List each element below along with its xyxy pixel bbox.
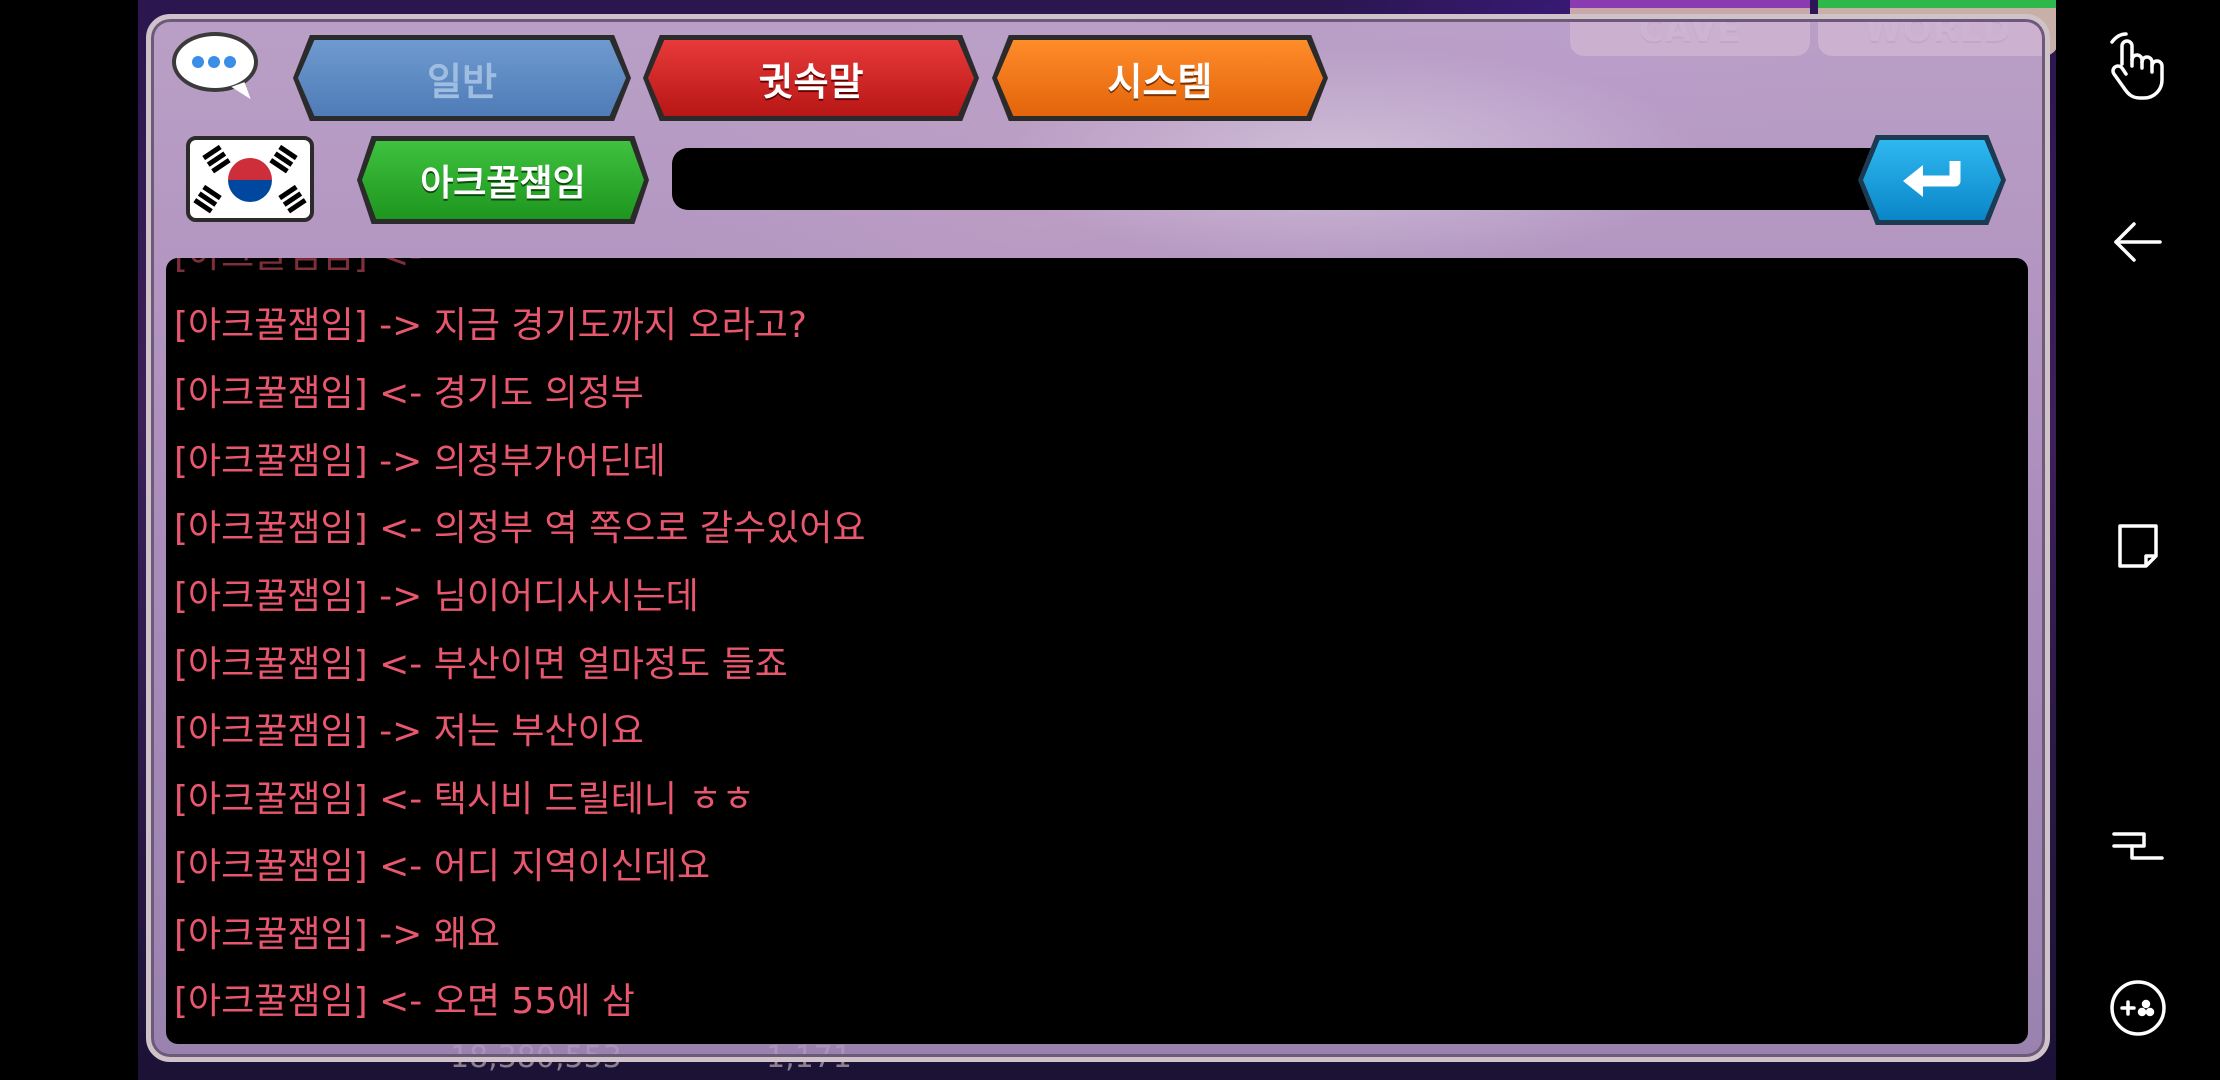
message-item: [아크꿀잼임] <- 의정부 역 쪽으로 갈수있어요 [174,508,866,549]
message-item: [아크꿀잼임] -> 왜요 [174,914,500,955]
message-item: [아크꿀잼임] <- 부산이면 얼마정도 들죠 [174,644,788,685]
trigram-gon [278,184,298,201]
whisper-target-label: 아크꿀잼임 [362,141,644,219]
speech-bubble-icon[interactable] [172,32,258,92]
trigram-geon [202,144,222,161]
message-item: [아크꿀잼임] <- 어디 지역이신데요 [174,846,711,887]
recent-apps-icon[interactable] [2100,808,2176,884]
system-nav-bar [2056,0,2220,1080]
south-korea-flag-icon[interactable] [186,136,314,222]
partial-message: [아크꿀잼임] <- ··· [174,258,468,278]
message-item: [아크꿀잼임] <- 오면 55에 삼 [174,981,635,1022]
message-item: [아크꿀잼임] -> 지금 경기도까지 오라고? [174,305,807,346]
message-item: [아크꿀잼임] <- 경기도 의정부 [174,373,644,414]
recents-icon[interactable] [2100,506,2176,582]
send-button[interactable] [1858,135,2006,225]
game-tools-icon[interactable] [2100,970,2176,1046]
tab-system[interactable]: 시스템 [992,35,1328,121]
tab-general-label: 일반 [298,40,626,116]
tab-general[interactable]: 일반 [293,35,631,121]
trigram-gam [278,144,298,161]
tab-system-label: 시스템 [997,40,1323,116]
message-item: [아크꿀잼임] <- 택시비 드릴테니 ㅎㅎ [174,779,755,820]
whisper-target-button[interactable]: 아크꿀잼임 [357,136,649,224]
message-item: [아크꿀잼임] -> 님이어디사시는데 [174,576,699,617]
trigram-ri [202,184,222,201]
tab-whisper[interactable]: 귓속말 [643,35,979,121]
taeguk-emblem [228,158,272,202]
gesture-icon[interactable] [2100,30,2176,106]
message-log[interactable]: [아크꿀잼임] <- ··· [아크꿀잼임] -> 지금 경기도까지 오라고? … [166,258,2028,1044]
message-item: [아크꿀잼임] -> 저는 부산이요 [174,711,644,752]
back-icon[interactable] [2100,204,2176,280]
tab-whisper-label: 귓속말 [648,40,974,116]
enter-arrow-icon [1863,140,2001,220]
message-item: [아크꿀잼임] -> 의정부가어딘데 [174,441,666,482]
message-input[interactable] [672,148,1892,210]
